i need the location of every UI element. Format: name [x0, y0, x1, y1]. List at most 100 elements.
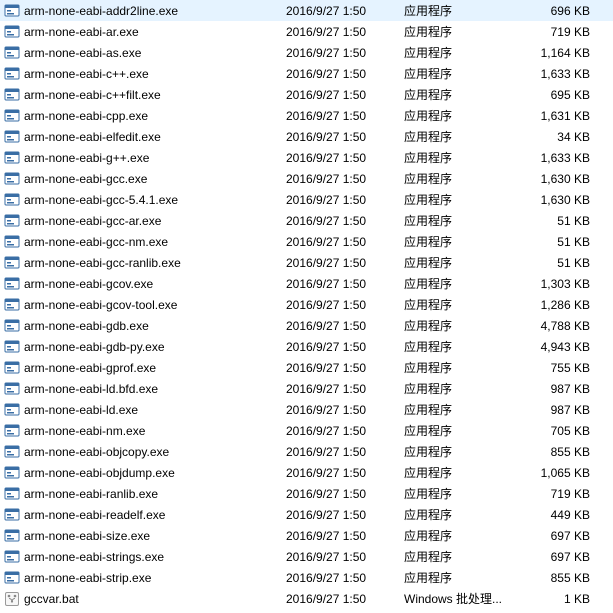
- file-name: arm-none-eabi-c++.exe: [24, 67, 286, 81]
- file-row[interactable]: arm-none-eabi-gcc-5.4.1.exe2016/9/27 1:5…: [0, 189, 613, 210]
- file-date: 2016/9/27 1:50: [286, 109, 404, 123]
- file-size: 51 KB: [514, 235, 600, 249]
- batch-file-icon: [4, 591, 20, 607]
- file-row[interactable]: arm-none-eabi-strip.exe2016/9/27 1:50应用程…: [0, 567, 613, 588]
- file-row[interactable]: arm-none-eabi-objcopy.exe2016/9/27 1:50应…: [0, 441, 613, 462]
- file-row[interactable]: arm-none-eabi-c++filt.exe2016/9/27 1:50应…: [0, 84, 613, 105]
- file-name: arm-none-eabi-gcov.exe: [24, 277, 286, 291]
- file-date: 2016/9/27 1:50: [286, 508, 404, 522]
- file-date: 2016/9/27 1:50: [286, 487, 404, 501]
- exe-file-icon: [4, 255, 20, 271]
- file-date: 2016/9/27 1:50: [286, 46, 404, 60]
- file-row[interactable]: arm-none-eabi-as.exe2016/9/27 1:50应用程序1,…: [0, 42, 613, 63]
- file-type: 应用程序: [404, 338, 514, 355]
- file-row[interactable]: arm-none-eabi-gdb.exe2016/9/27 1:50应用程序4…: [0, 315, 613, 336]
- file-name: arm-none-eabi-ld.bfd.exe: [24, 382, 286, 396]
- file-row[interactable]: arm-none-eabi-objdump.exe2016/9/27 1:50应…: [0, 462, 613, 483]
- file-row[interactable]: arm-none-eabi-c++.exe2016/9/27 1:50应用程序1…: [0, 63, 613, 84]
- file-name: arm-none-eabi-ld.exe: [24, 403, 286, 417]
- file-type: 应用程序: [404, 296, 514, 313]
- file-date: 2016/9/27 1:50: [286, 382, 404, 396]
- file-row[interactable]: gccvar.bat2016/9/27 1:50Windows 批处理...1 …: [0, 588, 613, 609]
- file-date: 2016/9/27 1:50: [286, 445, 404, 459]
- file-name: arm-none-eabi-readelf.exe: [24, 508, 286, 522]
- file-size: 695 KB: [514, 88, 600, 102]
- file-name: arm-none-eabi-strings.exe: [24, 550, 286, 564]
- file-name: arm-none-eabi-objcopy.exe: [24, 445, 286, 459]
- file-size: 1,633 KB: [514, 151, 600, 165]
- file-date: 2016/9/27 1:50: [286, 25, 404, 39]
- file-date: 2016/9/27 1:50: [286, 403, 404, 417]
- file-size: 697 KB: [514, 550, 600, 564]
- file-type: 应用程序: [404, 527, 514, 544]
- exe-file-icon: [4, 24, 20, 40]
- file-row[interactable]: arm-none-eabi-cpp.exe2016/9/27 1:50应用程序1…: [0, 105, 613, 126]
- file-type: 应用程序: [404, 86, 514, 103]
- exe-file-icon: [4, 339, 20, 355]
- file-date: 2016/9/27 1:50: [286, 88, 404, 102]
- file-size: 1,164 KB: [514, 46, 600, 60]
- file-row[interactable]: arm-none-eabi-ld.bfd.exe2016/9/27 1:50应用…: [0, 378, 613, 399]
- file-size: 697 KB: [514, 529, 600, 543]
- file-size: 1,286 KB: [514, 298, 600, 312]
- exe-file-icon: [4, 171, 20, 187]
- file-date: 2016/9/27 1:50: [286, 298, 404, 312]
- file-row[interactable]: arm-none-eabi-gcc-ranlib.exe2016/9/27 1:…: [0, 252, 613, 273]
- file-name: arm-none-eabi-gcc-ranlib.exe: [24, 256, 286, 270]
- file-row[interactable]: arm-none-eabi-gcc-nm.exe2016/9/27 1:50应用…: [0, 231, 613, 252]
- file-row[interactable]: arm-none-eabi-readelf.exe2016/9/27 1:50应…: [0, 504, 613, 525]
- file-size: 705 KB: [514, 424, 600, 438]
- file-date: 2016/9/27 1:50: [286, 592, 404, 606]
- file-date: 2016/9/27 1:50: [286, 4, 404, 18]
- file-type: 应用程序: [404, 233, 514, 250]
- file-row[interactable]: arm-none-eabi-gcov-tool.exe2016/9/27 1:5…: [0, 294, 613, 315]
- file-size: 1,630 KB: [514, 172, 600, 186]
- exe-file-icon: [4, 192, 20, 208]
- exe-file-icon: [4, 297, 20, 313]
- file-row[interactable]: arm-none-eabi-ld.exe2016/9/27 1:50应用程序98…: [0, 399, 613, 420]
- file-size: 51 KB: [514, 214, 600, 228]
- file-row[interactable]: arm-none-eabi-gcov.exe2016/9/27 1:50应用程序…: [0, 273, 613, 294]
- file-date: 2016/9/27 1:50: [286, 67, 404, 81]
- file-row[interactable]: arm-none-eabi-ar.exe2016/9/27 1:50应用程序71…: [0, 21, 613, 42]
- exe-file-icon: [4, 3, 20, 19]
- file-date: 2016/9/27 1:50: [286, 151, 404, 165]
- file-date: 2016/9/27 1:50: [286, 550, 404, 564]
- file-row[interactable]: arm-none-eabi-gcc-ar.exe2016/9/27 1:50应用…: [0, 210, 613, 231]
- exe-file-icon: [4, 360, 20, 376]
- file-size: 855 KB: [514, 571, 600, 585]
- file-type: 应用程序: [404, 548, 514, 565]
- exe-file-icon: [4, 276, 20, 292]
- file-size: 1,065 KB: [514, 466, 600, 480]
- file-name: gccvar.bat: [24, 592, 286, 606]
- file-type: 应用程序: [404, 401, 514, 418]
- file-row[interactable]: arm-none-eabi-nm.exe2016/9/27 1:50应用程序70…: [0, 420, 613, 441]
- file-type: 应用程序: [404, 170, 514, 187]
- file-size: 4,943 KB: [514, 340, 600, 354]
- file-row[interactable]: arm-none-eabi-g++.exe2016/9/27 1:50应用程序1…: [0, 147, 613, 168]
- file-type: 应用程序: [404, 23, 514, 40]
- file-size: 1,633 KB: [514, 67, 600, 81]
- file-row[interactable]: arm-none-eabi-ranlib.exe2016/9/27 1:50应用…: [0, 483, 613, 504]
- exe-file-icon: [4, 150, 20, 166]
- file-row[interactable]: arm-none-eabi-size.exe2016/9/27 1:50应用程序…: [0, 525, 613, 546]
- file-row[interactable]: arm-none-eabi-gcc.exe2016/9/27 1:50应用程序1…: [0, 168, 613, 189]
- exe-file-icon: [4, 66, 20, 82]
- file-row[interactable]: arm-none-eabi-elfedit.exe2016/9/27 1:50应…: [0, 126, 613, 147]
- file-row[interactable]: arm-none-eabi-gdb-py.exe2016/9/27 1:50应用…: [0, 336, 613, 357]
- exe-file-icon: [4, 381, 20, 397]
- file-name: arm-none-eabi-strip.exe: [24, 571, 286, 585]
- file-row[interactable]: arm-none-eabi-gprof.exe2016/9/27 1:50应用程…: [0, 357, 613, 378]
- exe-file-icon: [4, 234, 20, 250]
- file-size: 719 KB: [514, 487, 600, 501]
- file-date: 2016/9/27 1:50: [286, 235, 404, 249]
- file-row[interactable]: arm-none-eabi-strings.exe2016/9/27 1:50应…: [0, 546, 613, 567]
- file-type: 应用程序: [404, 275, 514, 292]
- file-row[interactable]: arm-none-eabi-addr2line.exe2016/9/27 1:5…: [0, 0, 613, 21]
- exe-file-icon: [4, 129, 20, 145]
- file-name: arm-none-eabi-objdump.exe: [24, 466, 286, 480]
- file-type: 应用程序: [404, 254, 514, 271]
- exe-file-icon: [4, 213, 20, 229]
- file-size: 719 KB: [514, 25, 600, 39]
- file-date: 2016/9/27 1:50: [286, 193, 404, 207]
